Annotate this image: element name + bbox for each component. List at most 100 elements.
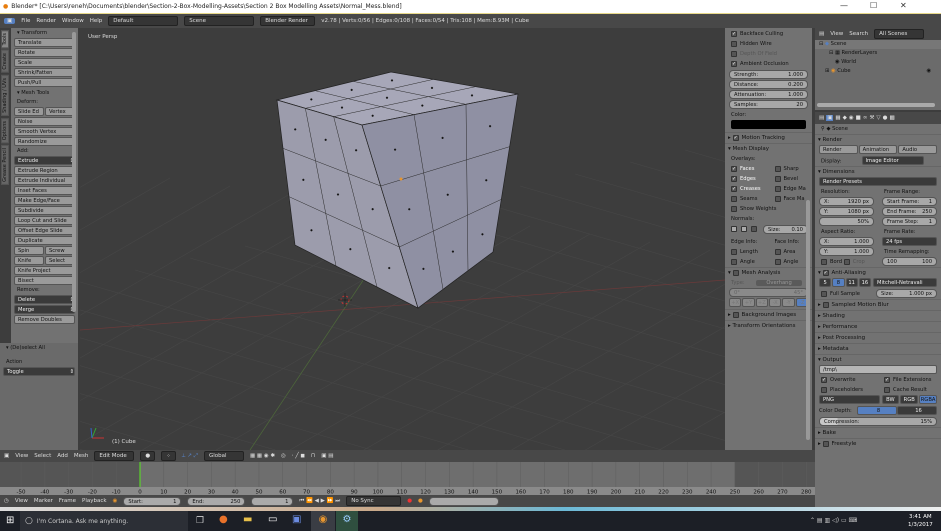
- toolshelf-scrollbar[interactable]: [72, 32, 76, 312]
- filter-size-field[interactable]: Size: 1.000 px: [876, 289, 937, 298]
- inset-faces-button[interactable]: Inset Faces: [14, 186, 75, 195]
- aspect-x-field[interactable]: X: 1.000: [819, 237, 874, 246]
- edge-length-checkbox[interactable]: Length: [725, 247, 769, 257]
- bisect-button[interactable]: Bisect: [14, 276, 75, 285]
- overlay-seams-checkbox[interactable]: Seams: [725, 194, 769, 204]
- timeline-menu-frame[interactable]: Frame: [59, 498, 76, 504]
- layout-select[interactable]: Default: [108, 16, 179, 26]
- extrude-individual-button[interactable]: Extrude Individual: [14, 176, 75, 185]
- merge-select[interactable]: Merge⇕: [14, 305, 75, 314]
- post-processing-panel[interactable]: ▸ Post Processing: [815, 332, 941, 343]
- dimensions-panel[interactable]: ▾ Dimensions: [815, 166, 941, 177]
- screw-button[interactable]: Screw: [45, 246, 75, 255]
- display-select[interactable]: Image Editor: [861, 156, 924, 165]
- firefox-icon[interactable]: ●: [219, 514, 228, 526]
- noise-button[interactable]: Noise: [14, 117, 75, 126]
- duplicate-button[interactable]: Duplicate: [14, 236, 75, 245]
- scale-button[interactable]: Scale: [14, 58, 75, 67]
- overlay-edges-checkbox[interactable]: ✓ Edges: [725, 174, 769, 184]
- render-tab-icon[interactable]: ▣: [826, 115, 834, 121]
- file-extensions-checkbox[interactable]: ✓ File Extensions: [878, 375, 941, 385]
- outliner-item-world[interactable]: ◉ World: [815, 58, 941, 67]
- audio-button[interactable]: Audio: [898, 145, 938, 154]
- menu-select[interactable]: Select: [34, 453, 51, 459]
- randomize-button[interactable]: Randomize: [14, 137, 75, 146]
- attenuation-field[interactable]: Attenuation: 1.000: [729, 90, 808, 99]
- menu-window[interactable]: Window: [62, 18, 84, 24]
- tray-icons[interactable]: ⌃ ▤ ▥ ◁) ▭ ⌨: [810, 516, 857, 526]
- color-mode-rgba[interactable]: RGBA: [919, 395, 937, 404]
- menu-render[interactable]: Render: [36, 18, 56, 24]
- show-weights-checkbox[interactable]: Show Weights: [725, 204, 812, 214]
- ao-color-swatch[interactable]: [731, 120, 806, 129]
- end-frame-field[interactable]: End Frame: 250: [882, 207, 937, 216]
- editor-type-icon[interactable]: ▣: [4, 18, 16, 24]
- animation-button[interactable]: Animation: [858, 145, 898, 154]
- preview-range-icon[interactable]: ◉: [113, 498, 118, 504]
- transform-orientations-panel[interactable]: ▸ Transform Orientations: [725, 320, 812, 331]
- sampled-motion-blur-panel[interactable]: ▸ Sampled Motion Blur: [815, 299, 941, 310]
- file-explorer-icon[interactable]: ▬: [243, 514, 252, 526]
- smooth-vertex-button[interactable]: Smooth Vertex: [14, 127, 75, 136]
- menu-view[interactable]: View: [15, 453, 28, 459]
- layers-icon[interactable]: ▦ ▦ ◉ ✱: [250, 453, 275, 459]
- aa-samples-8[interactable]: 8: [832, 278, 845, 287]
- mode-select[interactable]: Edit Mode: [94, 451, 135, 461]
- shrink-fatten-button[interactable]: Shrink/Fatten: [14, 68, 75, 77]
- subdivide-button[interactable]: Subdivide: [14, 206, 75, 215]
- render-engine-select[interactable]: Blender Render: [260, 16, 316, 26]
- start-field[interactable]: Start: 1: [123, 496, 182, 506]
- extrude-region-button[interactable]: Extrude Region: [14, 166, 75, 175]
- color-mode-bw[interactable]: BW: [881, 395, 900, 404]
- scene-tab-icon[interactable]: ◆: [843, 115, 847, 121]
- normal-size-field[interactable]: Size: 0.10: [763, 224, 808, 234]
- data-tab-icon[interactable]: ▽: [876, 115, 880, 121]
- overlay-edge-ma-checkbox[interactable]: Edge Ma: [769, 184, 813, 194]
- discord-icon[interactable]: ▣: [292, 514, 301, 526]
- maximize-button[interactable]: ☐: [870, 1, 877, 10]
- outliner-item-cube[interactable]: ⊞ ◉ Cube ◉: [815, 67, 941, 76]
- border-crop-row[interactable]: Bord Crop: [815, 257, 878, 267]
- timeline-editor-icon[interactable]: ◷: [4, 498, 9, 504]
- sync-select[interactable]: No Sync: [346, 496, 402, 506]
- outliner-menu-view[interactable]: View: [830, 31, 843, 37]
- tab-grease-pencil[interactable]: Grease Pencil: [1, 145, 9, 185]
- close-button[interactable]: ✕: [900, 1, 907, 10]
- material-tab-icon[interactable]: ●: [883, 115, 888, 121]
- color-depth-8[interactable]: 8: [857, 406, 897, 415]
- ambient-occlusion-checkbox[interactable]: ✓ Ambient Occlusion: [725, 59, 812, 69]
- transform-panel-title[interactable]: ▾ Transform: [14, 29, 75, 38]
- render-presets-select[interactable]: Render Presets: [819, 177, 937, 186]
- color-depth-16[interactable]: 16: [897, 406, 937, 415]
- operator-title[interactable]: ▾ (De)select All: [3, 344, 75, 353]
- timeline-canvas[interactable]: -50 -40 -30 -20 -10 0 10 20 30 40 50 60 70 80 90 100 110…: [0, 462, 815, 496]
- axis-y-button[interactable]: -Y: [782, 298, 795, 307]
- blender-taskbar-icon[interactable]: ◉: [311, 511, 335, 531]
- frame-step-field[interactable]: Frame Step: 1: [882, 217, 937, 226]
- knife-button[interactable]: Knife: [14, 256, 44, 265]
- windows-start-icon[interactable]: ⊞: [6, 515, 14, 527]
- keying-set-icon[interactable]: ●: [418, 498, 423, 504]
- snap-icon[interactable]: ⊓: [311, 453, 315, 459]
- orientation-select[interactable]: Global: [203, 451, 244, 461]
- 3d-viewport[interactable]: User Persp (1) Cube: [80, 30, 725, 450]
- tab-create[interactable]: Create: [1, 50, 9, 73]
- properties-editor-icon[interactable]: ▤: [819, 115, 824, 121]
- metadata-panel[interactable]: ▸ Metadata: [815, 343, 941, 354]
- spin-button[interactable]: Spin: [14, 246, 44, 255]
- overhang-range-field[interactable]: 0° 45°: [729, 288, 808, 297]
- samples-field[interactable]: Samples: 20: [729, 100, 808, 109]
- hidden-wire-checkbox[interactable]: Hidden Wire: [725, 39, 812, 49]
- strength-field[interactable]: Strength: 1.000: [729, 70, 808, 79]
- tab-options[interactable]: Options: [1, 117, 9, 144]
- menu-add[interactable]: Add: [57, 453, 68, 459]
- bake-panel[interactable]: ▸ Bake: [815, 427, 941, 438]
- delete-select[interactable]: Delete⇕: [14, 295, 75, 304]
- menu-help[interactable]: Help: [90, 18, 103, 24]
- render-panel[interactable]: ▾ Render: [815, 134, 941, 145]
- mesh-tools-panel-title[interactable]: ▾ Mesh Tools: [14, 89, 75, 98]
- cache-result-checkbox[interactable]: Cache Result: [878, 385, 941, 395]
- clock[interactable]: 3:41 AM 1/3/2017: [908, 513, 933, 529]
- axis-z-button[interactable]: +Z: [755, 298, 768, 307]
- 3d-editor-type-icon[interactable]: ▣: [4, 453, 9, 459]
